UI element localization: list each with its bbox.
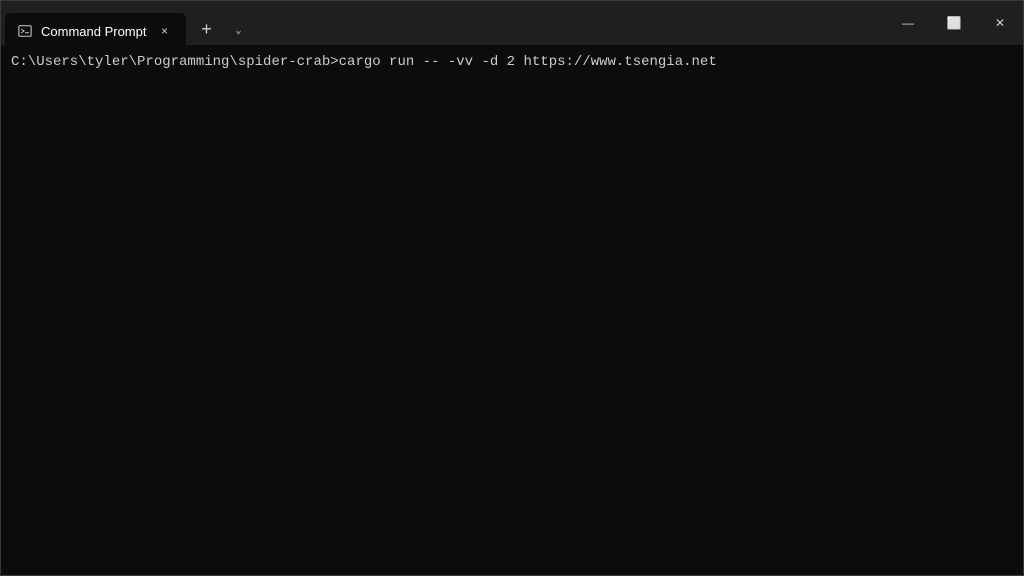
terminal-line: C:\Users\tyler\Programming\spider-crab>c… bbox=[11, 53, 1013, 73]
tab-label: Command Prompt bbox=[41, 24, 146, 39]
titlebar: Command Prompt × + ⌄ — ⬜ ✕ bbox=[1, 1, 1023, 45]
tab-dropdown-button[interactable]: ⌄ bbox=[224, 17, 252, 45]
window-controls: — ⬜ ✕ bbox=[885, 1, 1023, 45]
tab-close-button[interactable]: × bbox=[154, 21, 174, 41]
terminal-window: Command Prompt × + ⌄ — ⬜ ✕ C:\Users\tyle… bbox=[0, 0, 1024, 576]
close-button[interactable]: ✕ bbox=[977, 1, 1023, 45]
terminal-body[interactable]: C:\Users\tyler\Programming\spider-crab>c… bbox=[1, 45, 1023, 575]
new-tab-button[interactable]: + bbox=[190, 13, 222, 45]
tab-command-prompt[interactable]: Command Prompt × bbox=[5, 13, 186, 49]
tab-area: Command Prompt × + ⌄ bbox=[1, 1, 885, 45]
minimize-button[interactable]: — bbox=[885, 1, 931, 45]
maximize-button[interactable]: ⬜ bbox=[931, 1, 977, 45]
terminal-icon bbox=[17, 23, 33, 39]
